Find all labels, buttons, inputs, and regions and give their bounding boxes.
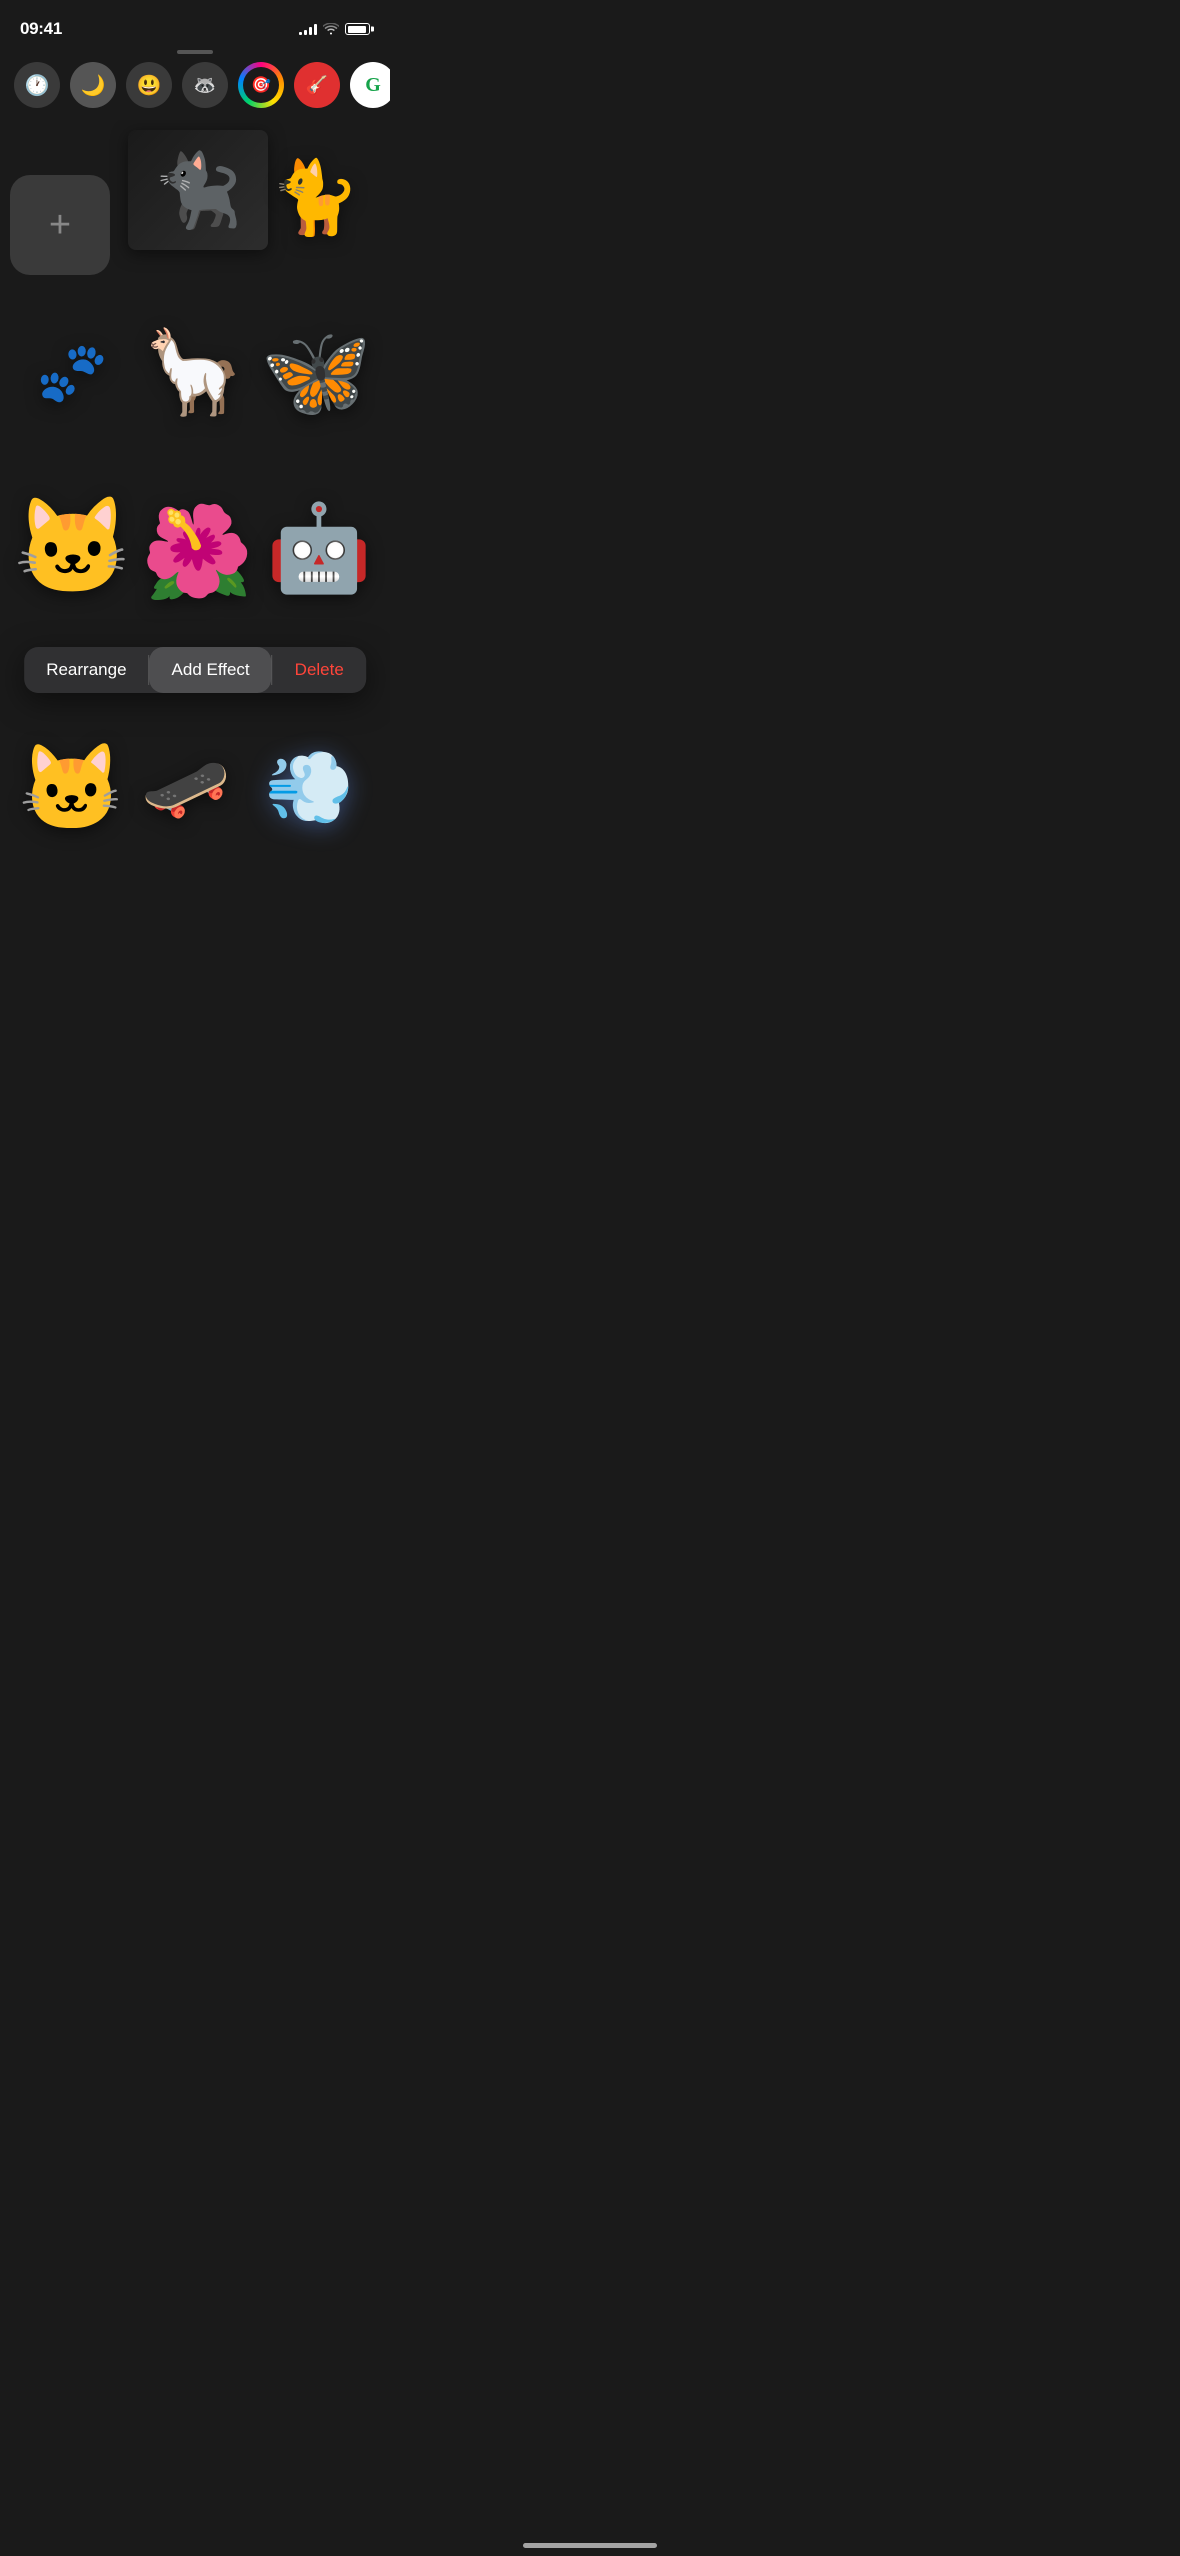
sticker-lion-statue[interactable]: 🦁 bbox=[128, 880, 254, 900]
home-indicator bbox=[523, 2543, 657, 2548]
sticker-row-3: 🐱 🌺 🤖 Rearrange bbox=[10, 460, 380, 645]
stickers-area: + 🐈‍⬛ 🐈 🐾 bbox=[0, 120, 390, 900]
app-icon-g[interactable]: G bbox=[350, 62, 390, 108]
app-icon-emoji[interactable]: 😃 bbox=[126, 62, 172, 108]
sticker-robot[interactable]: 🤖 bbox=[258, 460, 380, 635]
app-icon-recent[interactable]: 🕐 bbox=[14, 62, 60, 108]
menu-add-effect[interactable]: Add Effect bbox=[150, 647, 272, 693]
drag-handle[interactable] bbox=[177, 50, 213, 54]
status-time: 09:41 bbox=[20, 19, 62, 39]
app-icon-guitar[interactable]: 🎸 bbox=[294, 62, 340, 108]
sticker-black-cat[interactable]: 🐈‍⬛ bbox=[128, 130, 268, 250]
sticker-white-cat[interactable]: 🐱 bbox=[10, 703, 133, 873]
sticker-skateboarder[interactable]: 🛹 bbox=[133, 715, 239, 860]
app-icon-activity[interactable]: 🎯 bbox=[238, 62, 284, 108]
sticker-llama[interactable]: 🦙 bbox=[133, 293, 252, 453]
sticker-hands[interactable]: 🧤 bbox=[10, 880, 128, 900]
sticker-flower[interactable]: 🌺 bbox=[136, 480, 258, 625]
app-icons-row: 🕐 🌙 😃 🦝 🎯 🎸 G ● bbox=[0, 62, 390, 108]
sticker-gray-cat-sitting[interactable]: 🐈 bbox=[255, 120, 375, 275]
battery-icon bbox=[345, 23, 370, 35]
menu-rearrange[interactable]: Rearrange bbox=[24, 647, 148, 693]
status-icons bbox=[299, 23, 370, 35]
sticker-butterfly[interactable]: 🦋 bbox=[253, 308, 380, 438]
stickers-scroll[interactable]: + 🐈‍⬛ 🐈 🐾 bbox=[0, 120, 390, 900]
sticker-cow[interactable]: 🐄 bbox=[254, 880, 380, 900]
context-menu: Rearrange Add Effect Delete bbox=[24, 647, 366, 693]
app-icon-animal[interactable]: 🦝 bbox=[182, 62, 228, 108]
sticker-sleeping-cats[interactable]: 🐾 bbox=[10, 313, 133, 433]
menu-delete[interactable]: Delete bbox=[273, 647, 366, 693]
app-icon-moon[interactable]: 🌙 bbox=[70, 62, 116, 108]
add-sticker-button[interactable]: + bbox=[10, 175, 110, 275]
sticker-cat-face[interactable]: 🐱 bbox=[10, 460, 136, 635]
status-bar: 09:41 bbox=[0, 0, 390, 44]
sticker-smoke[interactable]: 💨 bbox=[239, 733, 380, 843]
wifi-icon bbox=[323, 23, 339, 35]
signal-icon bbox=[299, 23, 317, 35]
